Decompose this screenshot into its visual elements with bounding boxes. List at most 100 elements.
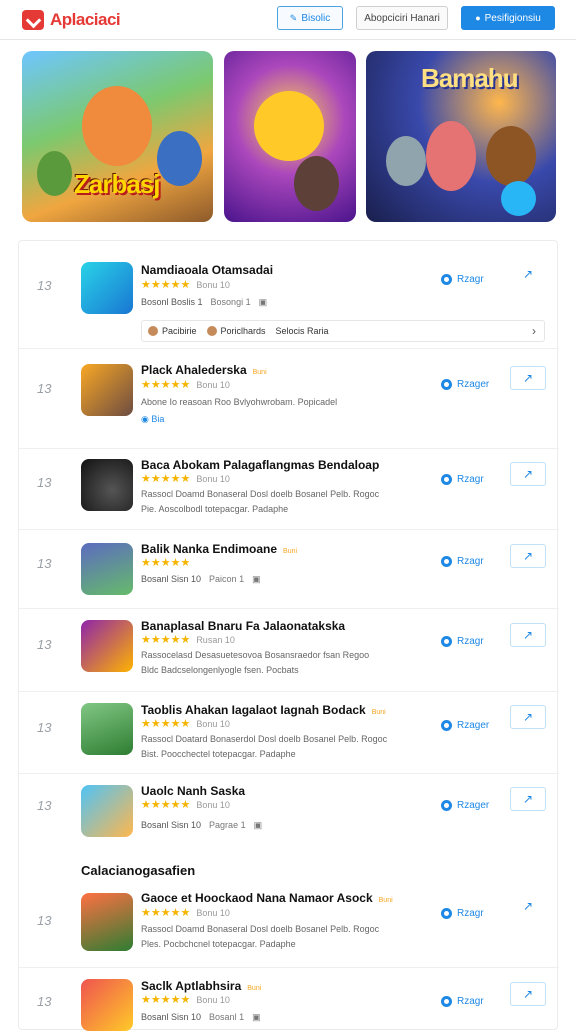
meta-size: Bosonl Boslis 1 xyxy=(141,297,203,307)
studio-name-2: Selocis Raria xyxy=(275,326,329,336)
app-icon[interactable] xyxy=(81,893,133,951)
app-name-text: Saclk Aptlabhsira xyxy=(141,979,242,993)
app-name[interactable]: Banaplasal Bnaru Fa Jalaonatakska xyxy=(141,619,345,633)
rank-number: 13 xyxy=(37,798,52,813)
share-button[interactable]: ↗ xyxy=(510,462,546,486)
list-item[interactable]: 13 Uaolc Nanh Saska ★★★★★ Bonu 10 Bosanl … xyxy=(19,774,559,854)
primary-button[interactable]: ● Pesifigionsiu xyxy=(461,6,555,30)
category-label: Bia xyxy=(151,414,165,424)
get-button[interactable]: Rzager xyxy=(441,379,489,390)
app-icon[interactable] xyxy=(81,459,133,511)
get-label: Rzager xyxy=(457,379,490,390)
rating-count: Bonu 10 xyxy=(196,380,230,390)
app-logo[interactable]: Aplaciaci xyxy=(22,9,121,30)
share-icon: ↗ xyxy=(522,549,534,563)
star-rating: ★★★★★ Bonu 10 xyxy=(141,994,230,1006)
get-button[interactable]: Rzagr xyxy=(441,556,484,567)
app-name-text: Gaoce et Hoockaod Nana Namaor Asock xyxy=(141,891,373,905)
share-icon: ↗ xyxy=(522,371,534,385)
banner-character xyxy=(254,91,324,161)
meta-version: Paicon 1 xyxy=(209,574,245,584)
share-icon: ↗ xyxy=(522,267,534,281)
download-icon xyxy=(441,908,452,919)
get-label: Rzagr xyxy=(457,636,484,647)
get-label: Rzager xyxy=(457,800,490,811)
app-tag: Buni xyxy=(283,548,298,555)
app-name[interactable]: Gaoce et Hoockaod Nana Namaor Asock Buni xyxy=(141,891,393,905)
filter-icon: ✎ xyxy=(289,12,298,23)
banner-character xyxy=(157,131,202,186)
app-name[interactable]: Balik Nanka Endimoane Buni xyxy=(141,542,297,556)
app-icon[interactable] xyxy=(81,543,133,595)
meta-size: Bosanl Sisn 10 xyxy=(141,574,202,584)
download-icon xyxy=(441,274,452,285)
section-title: Calacianogasafien xyxy=(81,863,196,878)
app-subline: Pie. Aoscolbodl totepacgar. Padaphe xyxy=(141,504,289,514)
share-icon: ↗ xyxy=(522,628,534,642)
app-icon[interactable] xyxy=(81,785,133,837)
app-icon[interactable] xyxy=(81,620,133,672)
share-button[interactable]: ↗ xyxy=(510,366,546,390)
share-button[interactable]: ↗ xyxy=(510,705,546,729)
app-name[interactable]: Taoblis Ahakan Iagalaot Iagnah Bodack Bun… xyxy=(141,703,386,717)
get-button[interactable]: Rzager xyxy=(441,720,489,731)
meta-size: Bosanl Sisn 10 xyxy=(141,1012,202,1022)
app-name[interactable]: Plack Ahalederska Buni xyxy=(141,363,267,377)
app-icon[interactable] xyxy=(81,979,133,1031)
banner-2[interactable] xyxy=(224,51,356,222)
app-icon[interactable] xyxy=(81,262,133,314)
app-meta: Bosanl Sisn 10 Bosanl 1 ▣ xyxy=(141,1012,261,1023)
star-rating: ★★★★★ Bonu 10 xyxy=(141,379,230,391)
get-button[interactable]: Rzager xyxy=(441,800,489,811)
get-button[interactable]: Rzagr xyxy=(441,636,484,647)
list-item[interactable]: 13 Baca Abokam Palagaflangmas Bendaloap … xyxy=(19,449,559,530)
rating-count: Bonu 10 xyxy=(196,995,230,1005)
app-name[interactable]: Saclk Aptlabhsira Buni xyxy=(141,979,261,993)
list-item[interactable]: 13 Balik Nanka Endimoane Buni ★★★★★ Bosan… xyxy=(19,530,559,609)
app-icon[interactable] xyxy=(81,703,133,755)
app-name[interactable]: Baca Abokam Palagaflangmas Bendaloap xyxy=(141,458,379,472)
share-button[interactable]: ↗ xyxy=(510,894,546,918)
app-name[interactable]: Namdiaoala Otamsadai xyxy=(141,263,273,277)
get-button[interactable]: Rzagr xyxy=(441,908,484,919)
get-button[interactable]: Rzagr xyxy=(441,474,484,485)
logo-icon xyxy=(22,9,44,30)
star-rating: ★★★★★ Bonu 10 xyxy=(141,799,230,811)
share-button[interactable]: ↗ xyxy=(510,544,546,568)
share-button[interactable]: ↗ xyxy=(510,623,546,647)
list-item[interactable]: 13 Saclk Aptlabhsira Buni ★★★★★ Bonu 10 Bo… xyxy=(19,968,559,1031)
list-item[interactable]: 13 Banaplasal Bnaru Fa Jalaonatakska ★★★… xyxy=(19,609,559,692)
share-button[interactable]: ↗ xyxy=(510,787,546,811)
rating-count: Bonu 10 xyxy=(196,908,230,918)
app-subline: Bldc Badcselongenlyogle fsen. Pocbats xyxy=(141,665,299,675)
share-icon: ↗ xyxy=(522,467,534,481)
share-button[interactable]: ↗ xyxy=(510,982,546,1006)
app-description: Abone Io reasoan Roo Bvlyohwrobam. Popic… xyxy=(141,397,338,407)
app-name-text: Plack Ahalederska xyxy=(141,363,247,377)
get-label: Rzagr xyxy=(457,908,484,919)
list-item[interactable]: 13 Namdiaoala Otamsadai ★★★★★ Bonu 10 Bos… xyxy=(19,241,559,349)
rank-number: 13 xyxy=(37,720,52,735)
star-rating: ★★★★★ Bonu 10 xyxy=(141,279,230,291)
app-name[interactable]: Uaolc Nanh Saska xyxy=(141,784,245,798)
rating-count: Bonu 10 xyxy=(196,800,230,810)
get-button[interactable]: Rzagr xyxy=(441,996,484,1007)
list-item[interactable]: 13 Gaoce et Hoockaod Nana Namaor Asock Bu… xyxy=(19,881,559,968)
download-icon xyxy=(441,720,452,731)
list-item[interactable]: 13 Plack Ahalederska Buni ★★★★★ Bonu 10 Ab… xyxy=(19,349,559,449)
download-icon xyxy=(441,474,452,485)
primary-outline-button[interactable]: ✎ Bisolic xyxy=(277,6,343,30)
banner-1[interactable]: Zarbasj xyxy=(22,51,213,222)
secondary-button[interactable]: Abopciciri Hanari xyxy=(356,6,448,30)
developer-bar[interactable]: Pacibirie Poriclhards Selocis Raria › xyxy=(141,320,545,342)
chat-icon: ● xyxy=(475,13,481,23)
list-item[interactable]: 13 Taoblis Ahakan Iagalaot Iagnah Bodack… xyxy=(19,692,559,774)
banner-character xyxy=(82,86,152,166)
get-button[interactable]: Rzagr xyxy=(441,274,484,285)
app-icon[interactable] xyxy=(81,364,133,416)
banner-3[interactable]: Bamahu xyxy=(366,51,556,222)
device-icon: ▣ xyxy=(258,297,268,307)
share-button[interactable]: ↗ xyxy=(510,262,546,286)
logo-text: Aplaciaci xyxy=(50,9,121,29)
rating-count: Bonu 10 xyxy=(196,474,230,484)
